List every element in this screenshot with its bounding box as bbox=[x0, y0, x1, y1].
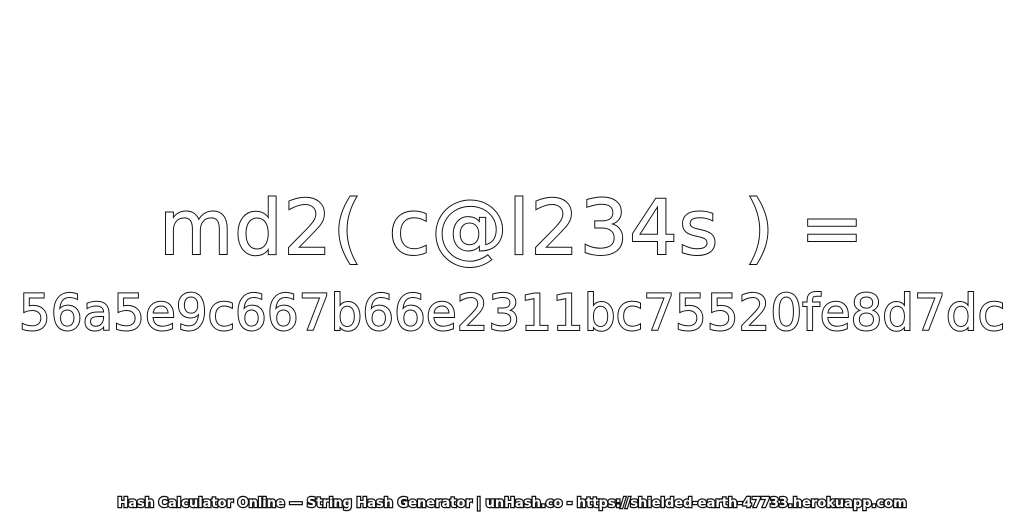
footer-credit: Hash Calculator Online — String Hash Gen… bbox=[116, 496, 908, 512]
hash-expression: md2( c@l234s ) = bbox=[158, 183, 865, 272]
hash-result: 56a5e9c667b66e2311bc75520fe8d7dc bbox=[18, 284, 1006, 342]
